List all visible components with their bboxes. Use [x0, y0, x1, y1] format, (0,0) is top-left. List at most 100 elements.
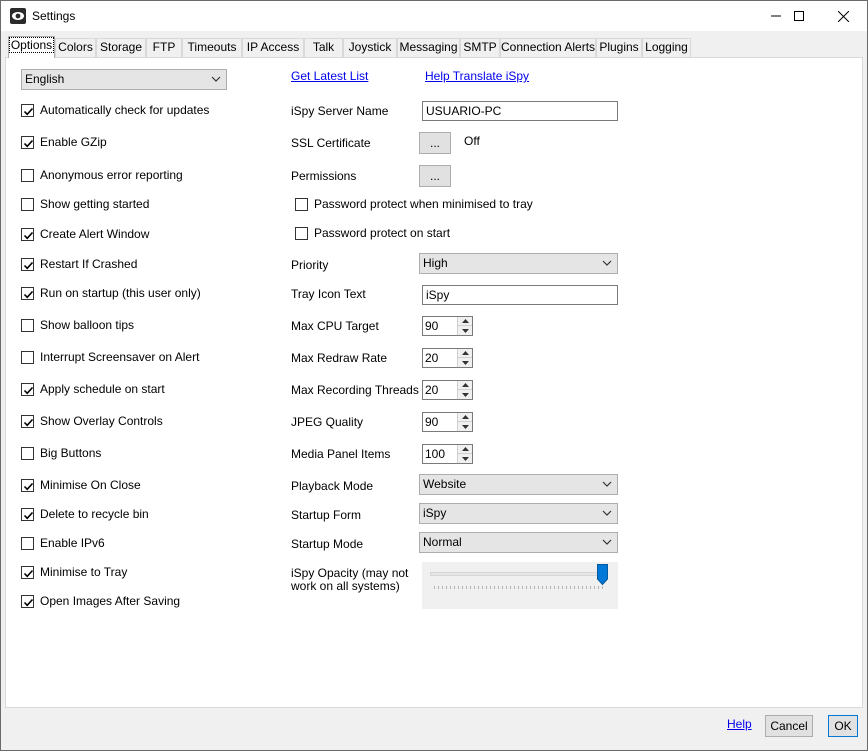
option-checkbox-row[interactable]: Big Buttons: [21, 445, 101, 461]
spin-down-icon[interactable]: [458, 390, 472, 399]
unchecked-checkbox[interactable]: [21, 446, 34, 460]
tab-plugins[interactable]: Plugins: [596, 38, 642, 57]
playback-mode-label: Playback Mode: [291, 479, 374, 493]
title-bar[interactable]: Settings: [1, 1, 867, 31]
checked-checkbox[interactable]: [21, 594, 34, 608]
priority-value: High: [423, 256, 448, 270]
media-panel-items-label: Media Panel Items: [291, 447, 391, 461]
tab-storage[interactable]: Storage: [96, 38, 146, 57]
max-redraw-stepper[interactable]: 20: [422, 348, 473, 368]
checked-checkbox[interactable]: [21, 227, 34, 241]
option-checkbox-row[interactable]: Show balloon tips: [21, 317, 134, 333]
unchecked-checkbox[interactable]: [21, 536, 34, 550]
chevron-down-icon: [211, 76, 221, 82]
tab-ip-access[interactable]: IP Access: [242, 38, 304, 57]
option-checkbox-label: Automatically check for updates: [40, 103, 210, 117]
option-checkbox-row[interactable]: Run on startup (this user only): [21, 285, 201, 301]
option-checkbox-row[interactable]: Show Overlay Controls: [21, 413, 163, 429]
max-recording-threads-label: Max Recording Threads: [291, 383, 419, 397]
option-checkbox-label: Run on startup (this user only): [40, 286, 201, 300]
ssl-certificate-label: SSL Certificate: [291, 136, 371, 150]
permissions-button[interactable]: ...: [419, 165, 451, 187]
option-checkbox-label: Create Alert Window: [40, 227, 150, 241]
option-checkbox-row[interactable]: Minimise to Tray: [21, 564, 127, 580]
server-name-input[interactable]: USUARIO-PC: [422, 101, 618, 121]
checked-checkbox[interactable]: [21, 257, 34, 271]
checked-checkbox[interactable]: [21, 135, 34, 149]
playback-mode-select[interactable]: Website: [419, 474, 618, 495]
tab-options[interactable]: Options: [8, 36, 55, 58]
checked-checkbox[interactable]: [21, 286, 34, 300]
opacity-label: iSpy Opacity (may not work on all system…: [291, 567, 408, 593]
option-checkbox-row[interactable]: Enable IPv6: [21, 535, 105, 551]
tab-connection-alerts[interactable]: Connection Alerts: [500, 38, 596, 57]
get-latest-list-link[interactable]: Get Latest List: [291, 69, 368, 83]
tab-ftp[interactable]: FTP: [146, 38, 182, 57]
option-checkbox-row[interactable]: Restart If Crashed: [21, 256, 137, 272]
option-checkbox-row[interactable]: Enable GZip: [21, 134, 107, 150]
option-checkbox-row[interactable]: Interrupt Screensaver on Alert: [21, 349, 199, 365]
opacity-label-line2: work on all systems): [291, 579, 400, 593]
spin-down-icon[interactable]: [458, 326, 472, 335]
option-checkbox-row[interactable]: Delete to recycle bin: [21, 506, 149, 522]
checked-checkbox[interactable]: [21, 478, 34, 492]
language-select[interactable]: English: [21, 69, 227, 90]
opacity-slider-thumb[interactable]: [597, 564, 608, 586]
tab-joystick[interactable]: Joystick: [343, 38, 397, 57]
spin-up-icon[interactable]: [458, 445, 472, 454]
tab-logging[interactable]: Logging: [642, 38, 691, 57]
media-panel-items-value: 100: [425, 447, 446, 461]
unchecked-checkbox[interactable]: [21, 350, 34, 364]
tab-smtp[interactable]: SMTP: [460, 38, 500, 57]
spin-up-icon[interactable]: [458, 381, 472, 390]
unchecked-checkbox[interactable]: [21, 197, 34, 211]
unchecked-checkbox[interactable]: [21, 318, 34, 332]
checked-checkbox[interactable]: [21, 103, 34, 117]
unchecked-checkbox[interactable]: [21, 168, 34, 182]
option-checkbox-row[interactable]: Open Images After Saving: [21, 593, 180, 609]
media-panel-items-stepper[interactable]: 100: [422, 444, 473, 464]
priority-select[interactable]: High: [419, 253, 618, 274]
spin-down-icon[interactable]: [458, 454, 472, 463]
checked-checkbox[interactable]: [21, 414, 34, 428]
ssl-certificate-button[interactable]: ...: [419, 132, 451, 154]
spin-down-icon[interactable]: [458, 358, 472, 367]
tab-messaging[interactable]: Messaging: [397, 38, 460, 57]
spin-up-icon[interactable]: [458, 317, 472, 326]
option-checkbox-row[interactable]: Show getting started: [21, 196, 149, 212]
checked-checkbox[interactable]: [21, 565, 34, 579]
password-start-checkbox[interactable]: [295, 226, 308, 240]
option-checkbox-row[interactable]: Apply schedule on start: [21, 381, 165, 397]
spin-down-icon[interactable]: [458, 422, 472, 431]
max-recording-threads-stepper[interactable]: 20: [422, 380, 473, 400]
startup-mode-select[interactable]: Normal: [419, 532, 618, 553]
tab-timeouts[interactable]: Timeouts: [182, 38, 242, 57]
settings-window: Settings Options Colors Storage FTP Time…: [0, 0, 868, 751]
spin-up-icon[interactable]: [458, 349, 472, 358]
checked-checkbox[interactable]: [21, 382, 34, 396]
tray-icon-text-input[interactable]: iSpy: [422, 285, 618, 305]
ok-button[interactable]: OK: [828, 715, 858, 737]
option-checkbox-row[interactable]: Create Alert Window: [21, 226, 149, 242]
max-cpu-stepper[interactable]: 90: [422, 316, 473, 336]
password-tray-checkbox[interactable]: [295, 197, 308, 211]
jpeg-quality-stepper[interactable]: 90: [422, 412, 473, 432]
password-start-checkbox-row[interactable]: Password protect on start: [295, 225, 450, 241]
checked-checkbox[interactable]: [21, 507, 34, 521]
close-button[interactable]: [821, 1, 866, 31]
startup-form-select[interactable]: iSpy: [419, 503, 618, 524]
option-checkbox-row[interactable]: Anonymous error reporting: [21, 167, 183, 183]
option-checkbox-row[interactable]: Automatically check for updates: [21, 102, 209, 118]
option-checkbox-row[interactable]: Minimise On Close: [21, 477, 141, 493]
cancel-button[interactable]: Cancel: [765, 715, 813, 737]
tab-talk[interactable]: Talk: [304, 38, 343, 57]
opacity-slider[interactable]: [422, 562, 618, 609]
spin-up-icon[interactable]: [458, 413, 472, 422]
help-translate-link[interactable]: Help Translate iSpy: [425, 69, 529, 83]
help-link[interactable]: Help: [727, 717, 752, 731]
tab-colors[interactable]: Colors: [55, 38, 96, 57]
password-tray-checkbox-row[interactable]: Password protect when minimised to tray: [295, 196, 533, 212]
option-checkbox-label: Show getting started: [40, 197, 150, 211]
jpeg-quality-label: JPEG Quality: [291, 415, 364, 429]
maximize-button[interactable]: [776, 1, 821, 31]
